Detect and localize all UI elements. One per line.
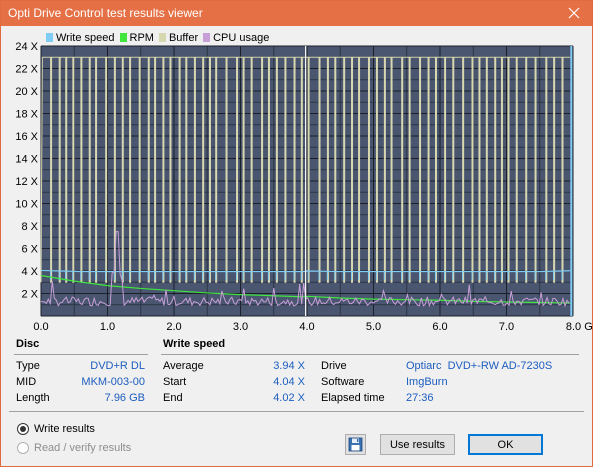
disc-header: Disc: [16, 338, 40, 350]
write-results-radio[interactable]: Write results: [17, 423, 95, 435]
average-label: Average: [163, 360, 204, 372]
legend-write-speed: Write speed: [46, 32, 115, 44]
legend-rpm: RPM: [119, 31, 154, 44]
close-button[interactable]: [556, 1, 592, 26]
floppy-disk-icon: [348, 437, 363, 452]
write-speed-divider: [161, 354, 579, 355]
ok-button[interactable]: OK: [468, 434, 543, 455]
write-speed-header: Write speed: [163, 338, 226, 350]
read-verify-results-label: Read / verify results: [34, 442, 132, 454]
drive-value: Optiarc DVD+-RW AD-7230S: [406, 360, 553, 372]
disc-mid-label: MID: [16, 376, 37, 388]
legend-label-write-speed: Write speed: [56, 31, 115, 44]
use-results-button[interactable]: Use results: [380, 434, 455, 455]
legend-swatch-rpm: [119, 33, 127, 42]
y-tick-label: 22 X: [15, 64, 38, 76]
x-tick-label: 1.0: [100, 321, 115, 333]
y-tick-label: 6 X: [21, 244, 38, 256]
x-tick-label: 6.0: [432, 321, 447, 333]
title-bar[interactable]: Opti Drive Control test results viewer: [1, 1, 592, 26]
x-tick-label: 2.0: [166, 321, 181, 333]
legend-swatch-write-speed: [46, 33, 53, 42]
disc-mid-value: MKM-003-00: [81, 376, 145, 388]
start-label: Start: [163, 376, 187, 388]
save-button[interactable]: [345, 434, 366, 455]
legend-label-cpu: CPU usage: [213, 31, 270, 44]
y-tick-label: 24 X: [15, 41, 38, 53]
y-tick-label: 8 X: [21, 221, 38, 233]
window-title: Opti Drive Control test results viewer: [8, 6, 203, 20]
disc-type-value: DVD+R DL: [90, 360, 145, 372]
x-tick-label: 7.0: [499, 321, 514, 333]
chart-area: 2 X 4 X 6 X 8 X 10 X 12 X 14 X 16 X 18 X 20 X 22 X…: [1, 26, 592, 336]
disc-type-label: Type: [16, 360, 40, 372]
software-value: ImgBurn: [406, 376, 448, 388]
bottom-divider: [9, 411, 584, 412]
end-label: End: [163, 392, 183, 404]
x-tick-label: 3.0: [233, 321, 248, 333]
y-tick-label: 20 X: [15, 86, 38, 98]
average-value: 3.94 X: [273, 360, 305, 372]
radio-unselected-icon: [17, 442, 29, 454]
x-tick-label: 8.0 GB: [566, 321, 592, 333]
close-icon: [568, 7, 580, 19]
y-tick-label: 4 X: [21, 266, 38, 278]
disc-length-label: Length: [16, 392, 50, 404]
elapsed-time-label: Elapsed time: [321, 392, 385, 404]
elapsed-time-value: 27:36: [406, 392, 434, 404]
chart-legend: Write speed RPM Buffer CPU usage: [44, 31, 278, 44]
y-tick-label: 2 X: [21, 289, 38, 301]
y-tick-label: 18 X: [15, 109, 38, 121]
y-tick-label: 10 X: [15, 199, 38, 211]
x-tick-label: 5.0: [366, 321, 381, 333]
read-verify-results-radio[interactable]: Read / verify results: [17, 442, 131, 454]
results-viewer-window: Opti Drive Control test results viewer 2…: [0, 0, 593, 467]
y-tick-label: 12 X: [15, 176, 38, 188]
legend-buffer: Buffer: [158, 31, 199, 44]
legend-label-buffer: Buffer: [168, 31, 199, 44]
write-speed-chart: 2 X 4 X 6 X 8 X 10 X 12 X 14 X 16 X 18 X 20 X 22 X…: [15, 41, 592, 333]
disc-divider: [14, 354, 148, 355]
y-tick-label: 16 X: [15, 131, 38, 143]
end-value: 4.02 X: [273, 392, 305, 404]
legend-swatch-buffer: [158, 33, 166, 42]
radio-selected-icon: [17, 423, 29, 435]
legend-label-rpm: RPM: [129, 31, 154, 44]
y-tick-label: 14 X: [15, 154, 38, 166]
drive-label: Drive: [321, 360, 347, 372]
software-label: Software: [321, 376, 365, 388]
x-tick-label: 0.0: [33, 321, 48, 333]
start-value: 4.04 X: [273, 376, 305, 388]
disc-length-value: 7.96 GB: [104, 392, 145, 404]
legend-cpu: CPU usage: [203, 32, 269, 44]
write-results-label: Write results: [34, 423, 95, 435]
x-tick-label: 4.0: [299, 321, 314, 333]
legend-swatch-cpu: [203, 33, 211, 42]
